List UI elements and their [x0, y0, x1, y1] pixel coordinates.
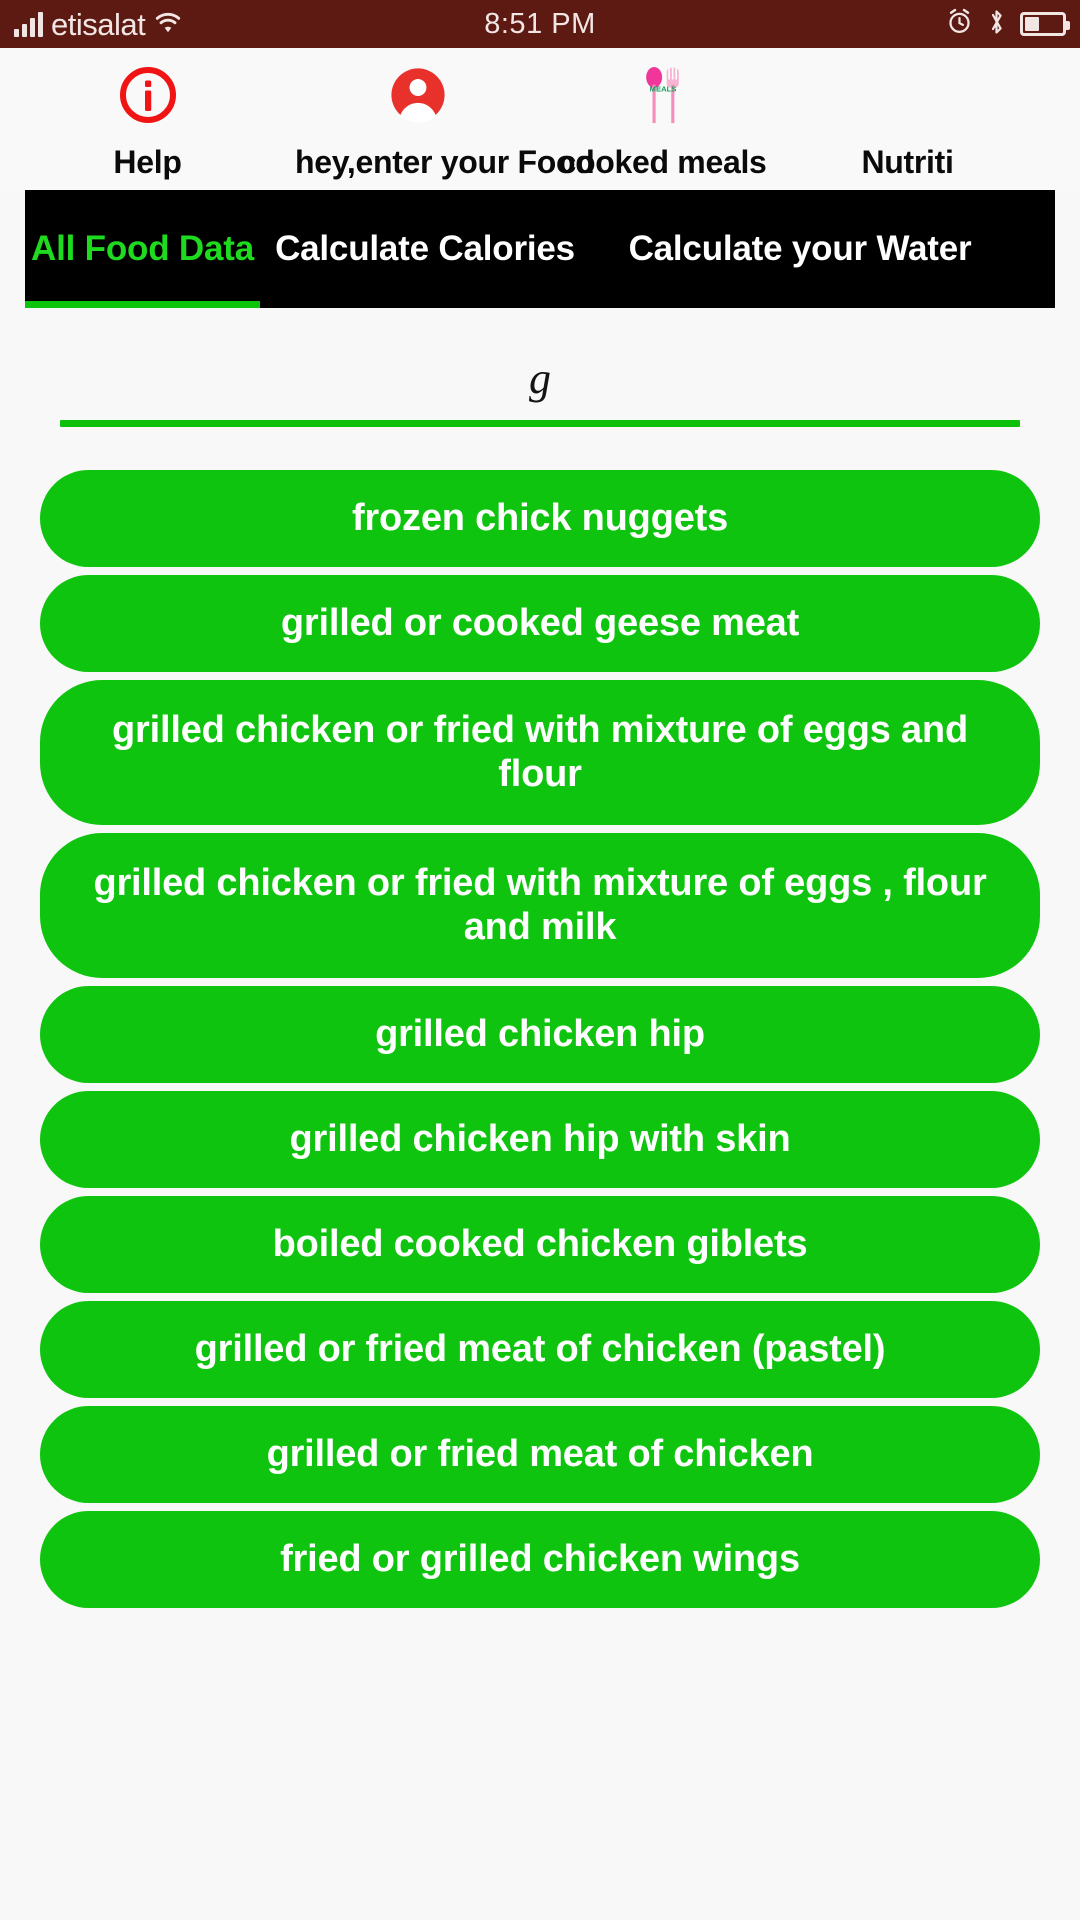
search-underline — [60, 420, 1020, 427]
tab-all-food-data[interactable]: All Food Data — [25, 190, 260, 308]
food-list-item[interactable]: grilled chicken or fried with mixture of… — [40, 680, 1040, 825]
food-list-item[interactable]: grilled chicken hip — [40, 986, 1040, 1083]
food-list-item[interactable]: grilled or fried meat of chicken (pastel… — [40, 1301, 1040, 1398]
top-nav-track: Help hey,enter your Food MEALS cooked me… — [0, 48, 1080, 181]
search-input[interactable]: g — [60, 352, 1020, 406]
top-navigation-bar[interactable]: Help hey,enter your Food MEALS cooked me… — [0, 48, 1080, 190]
status-bar-clock: 8:51 PM — [484, 7, 596, 40]
nav-item-cooked-meals[interactable]: MEALS cooked meals — [540, 64, 785, 181]
nav-label-cooked-meals: cooked meals — [558, 144, 767, 180]
nav-item-nutrition[interactable]: Nutriti — [785, 64, 1030, 181]
food-list-item[interactable]: boiled cooked chicken giblets — [40, 1196, 1040, 1293]
info-circle-icon — [0, 64, 295, 126]
food-list[interactable]: frozen chick nuggets grilled or cooked g… — [0, 470, 1080, 1608]
food-list-item[interactable]: grilled or fried meat of chicken — [40, 1406, 1040, 1503]
nav-label-help: Help — [113, 144, 182, 180]
status-bar-right — [946, 8, 1070, 41]
meals-spoon-fork-icon: MEALS — [540, 64, 785, 126]
tab-calculate-your-water[interactable]: Calculate your Water — [590, 190, 1010, 308]
nav-item-help[interactable]: Help — [0, 64, 295, 181]
food-list-item[interactable]: grilled or cooked geese meat — [40, 575, 1040, 672]
food-list-item[interactable]: grilled chicken or fried with mixture of… — [40, 833, 1040, 978]
battery-icon — [1020, 12, 1070, 36]
tab-bar[interactable]: All Food Data Calculate Calories Calcula… — [25, 190, 1055, 308]
bluetooth-icon — [986, 8, 1007, 41]
account-circle-icon — [295, 64, 540, 126]
food-list-item[interactable]: fried or grilled chicken wings — [40, 1511, 1040, 1608]
food-list-item[interactable]: frozen chick nuggets — [40, 470, 1040, 567]
status-bar: etisalat 8:51 PM — [0, 0, 1080, 48]
nav-item-enter-your-food[interactable]: hey,enter your Food — [295, 64, 595, 181]
svg-text:MEALS: MEALS — [649, 84, 676, 93]
tab-label-calculate-your-water: Calculate your Water — [628, 229, 972, 268]
search-field[interactable]: g — [60, 352, 1020, 427]
tab-track: All Food Data Calculate Calories Calcula… — [25, 190, 1055, 308]
alarm-icon — [946, 8, 973, 40]
nutrition-icon — [785, 64, 1030, 126]
nav-label-enter-your-food: hey,enter your Food — [295, 144, 595, 180]
nav-label-nutrition: Nutriti — [861, 144, 954, 180]
tab-label-all-food-data: All Food Data — [31, 229, 254, 268]
food-list-item[interactable]: grilled chicken hip with skin — [40, 1091, 1040, 1188]
tab-calculate-calories[interactable]: Calculate Calories — [260, 190, 590, 308]
tab-label-calculate-calories: Calculate Calories — [275, 229, 575, 268]
